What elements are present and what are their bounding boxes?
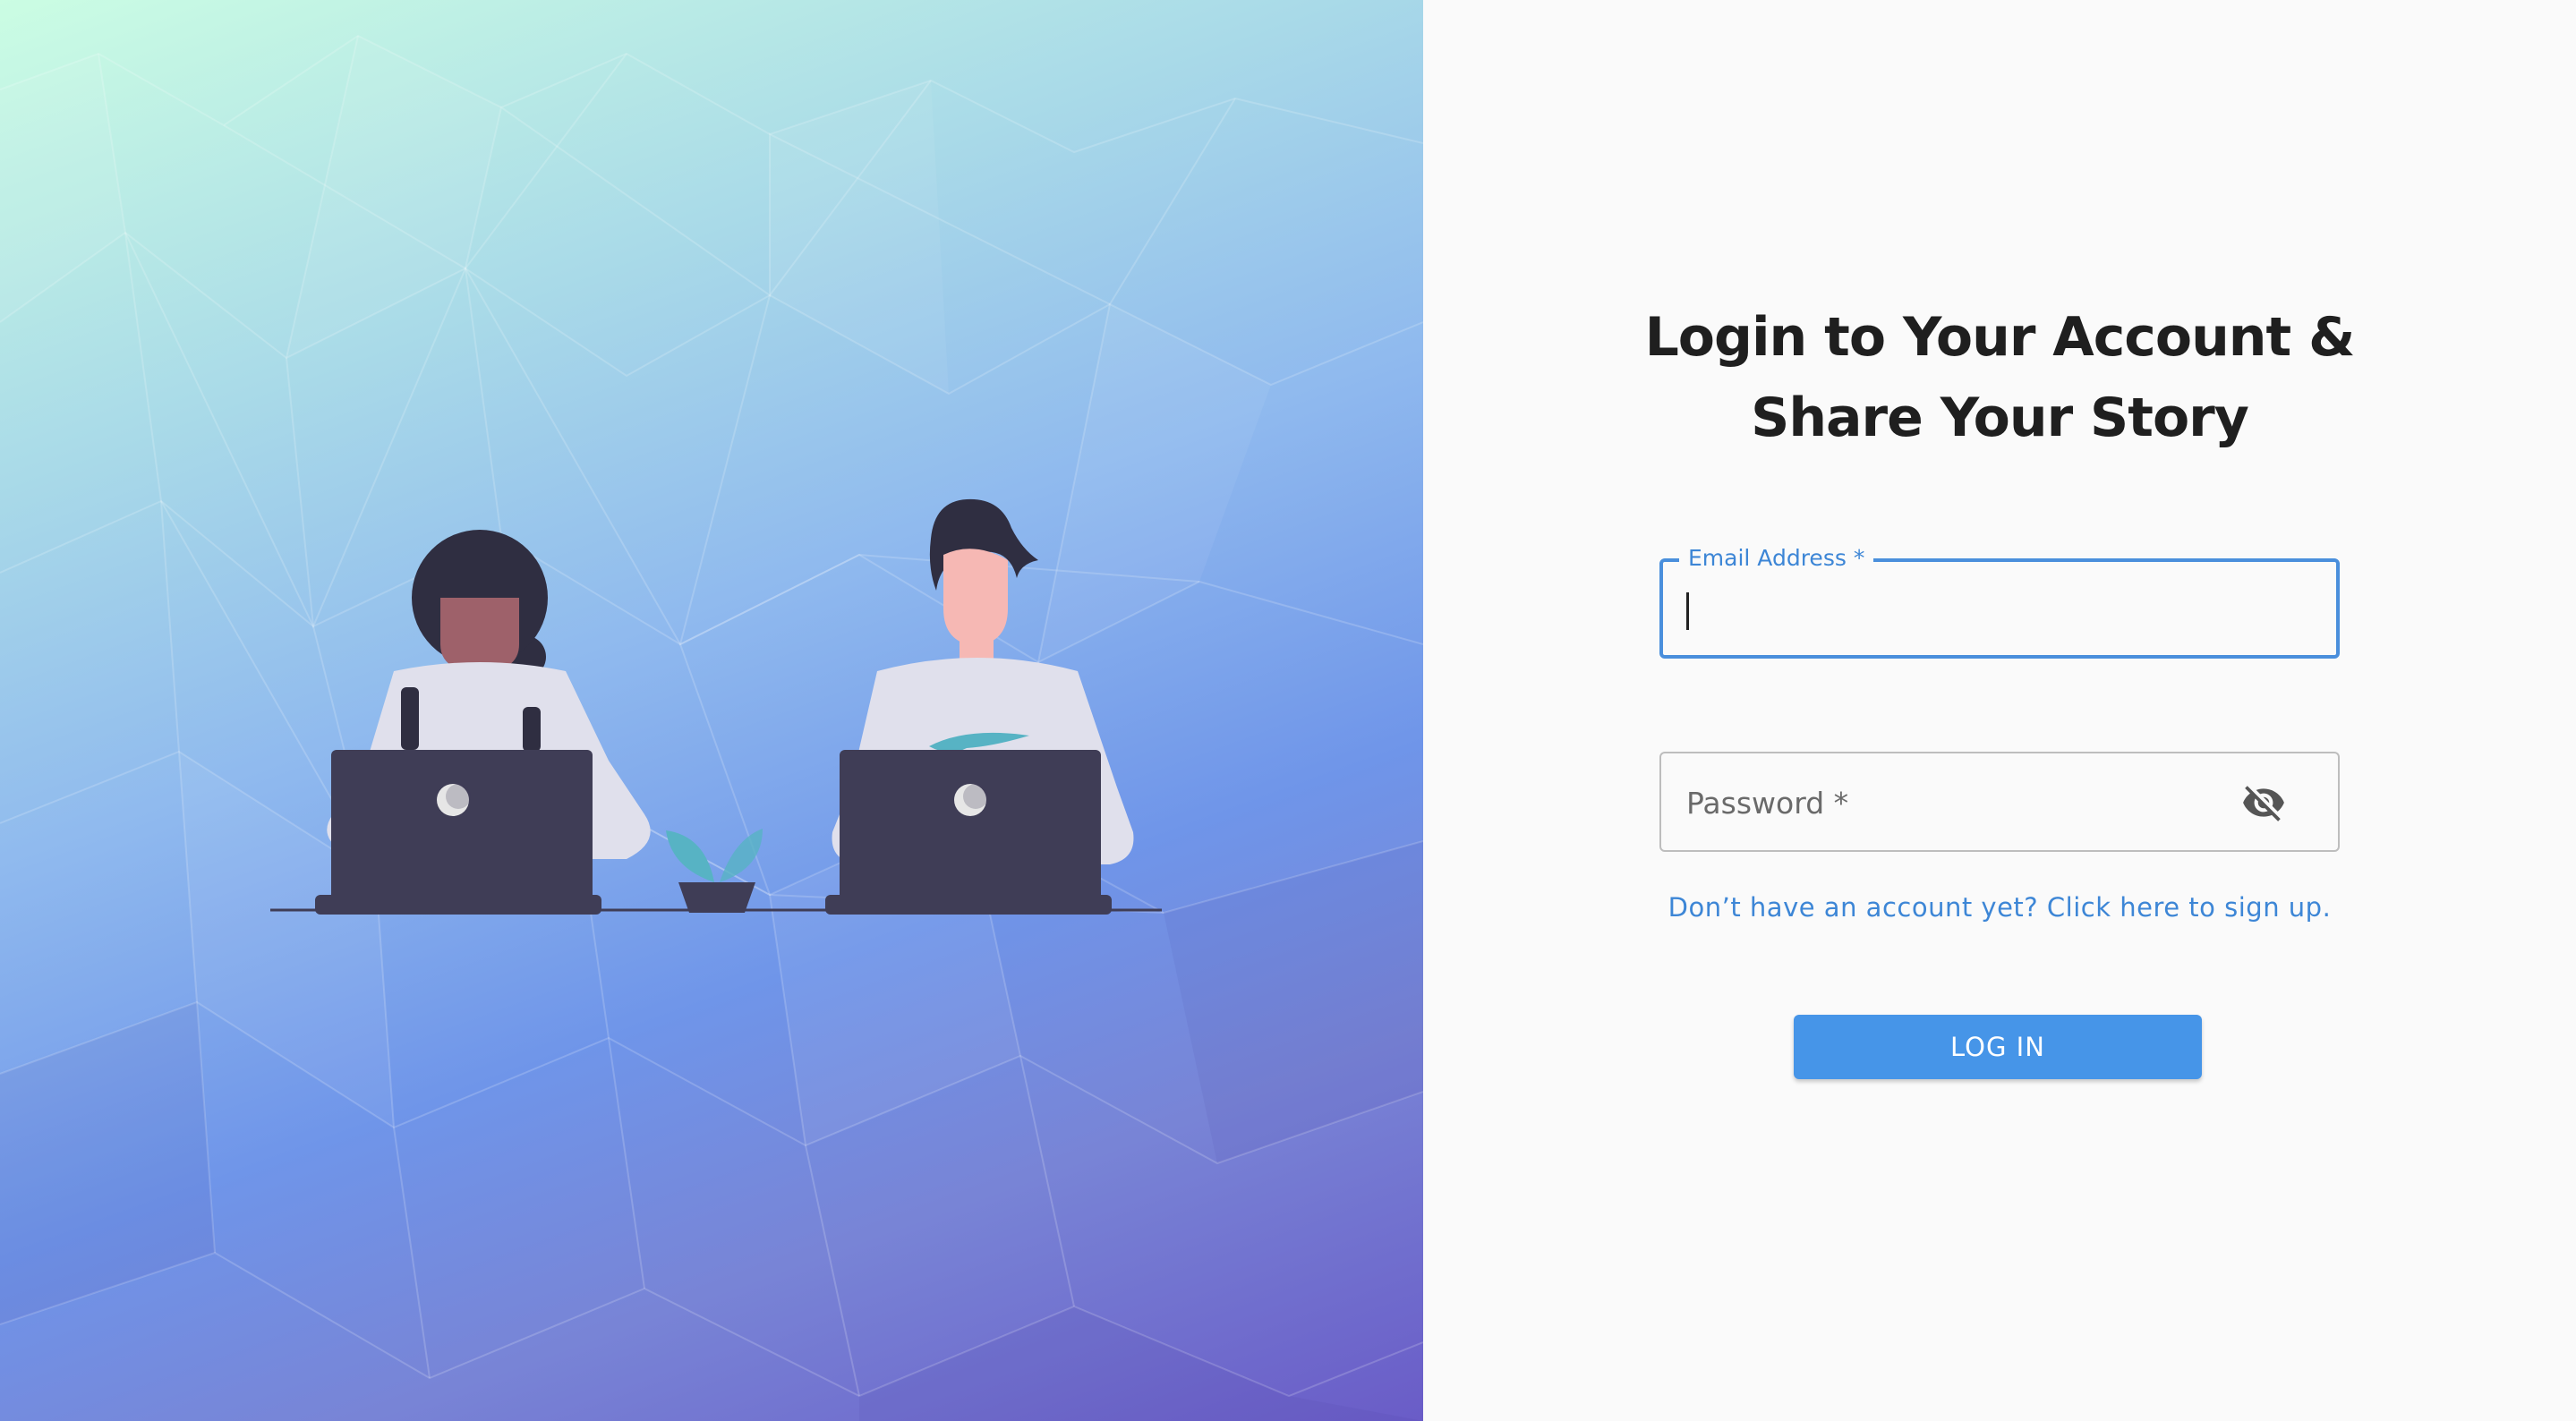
title-line-2: Share Your Story: [1751, 387, 2249, 450]
people-at-laptops-illustration: [270, 498, 1162, 915]
password-field[interactable]: Password *: [1659, 752, 2340, 852]
login-button[interactable]: LOG IN: [1794, 1015, 2202, 1079]
login-page: Login to Your Account & Share Your Story…: [0, 0, 2576, 1421]
plant: [666, 829, 763, 913]
text-cursor: [1686, 592, 1689, 630]
password-label: Password *: [1686, 786, 1849, 821]
page-title: Login to Your Account & Share Your Story: [1423, 297, 2576, 458]
title-line-1: Login to Your Account &: [1644, 306, 2356, 370]
email-label: Email Address *: [1679, 542, 1874, 574]
man-figure: [825, 498, 1134, 915]
hero-panel: [0, 0, 1423, 1421]
signup-link[interactable]: Don’t have an account yet? Click here to…: [1423, 889, 2576, 925]
login-panel: Login to Your Account & Share Your Story…: [1423, 0, 2576, 1421]
eye-off-icon[interactable]: [2241, 780, 2286, 825]
email-field[interactable]: Email Address *: [1659, 542, 2340, 659]
woman-figure: [315, 530, 651, 915]
